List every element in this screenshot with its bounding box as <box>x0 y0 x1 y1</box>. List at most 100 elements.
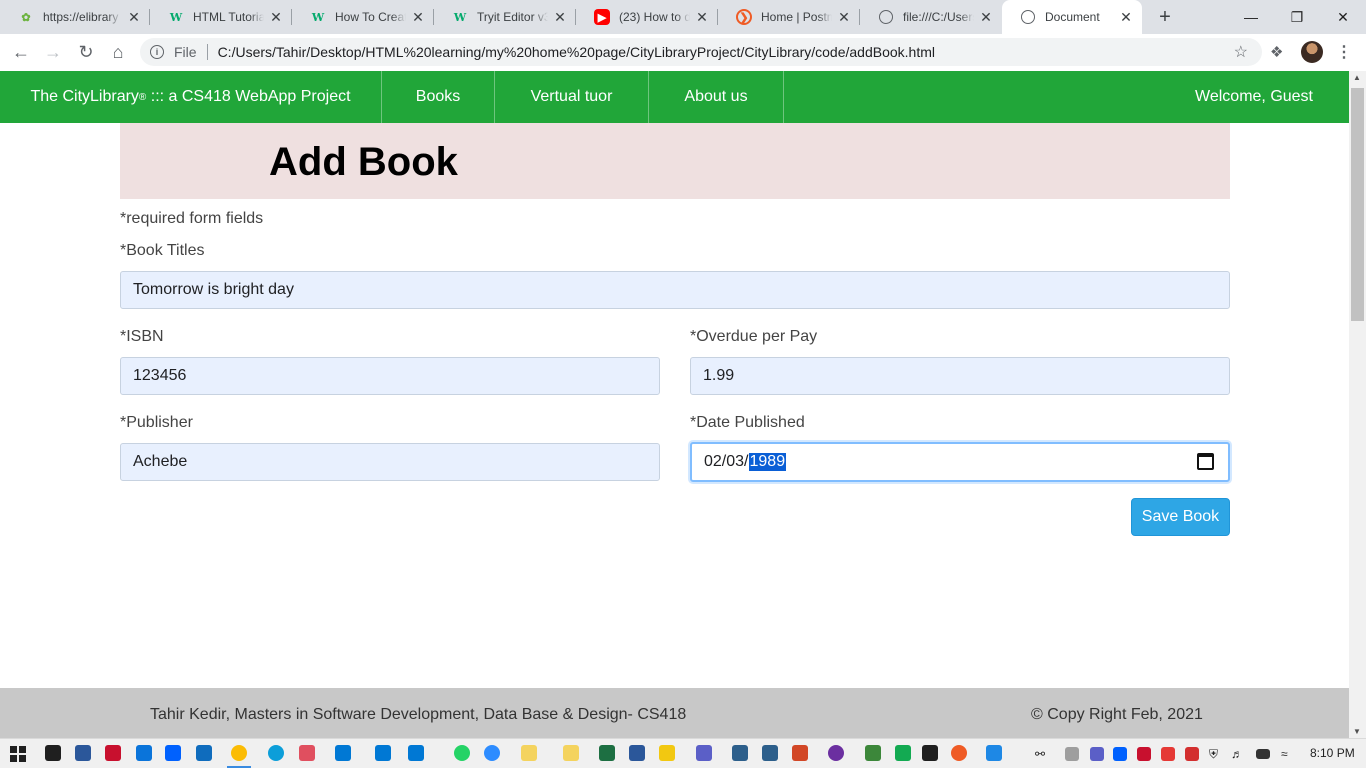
scroll-down-icon[interactable]: ▼ <box>1353 727 1361 736</box>
tab-elibrary[interactable]: ✿ https://elibrary ✕ <box>0 0 150 34</box>
date-published-label: *Date Published <box>690 414 805 431</box>
photos-icon[interactable] <box>986 745 1002 761</box>
browser-menu-icon[interactable]: ⋮ <box>1336 42 1352 62</box>
remote-desktop-icon[interactable] <box>762 745 778 761</box>
nav-item-books[interactable]: Books <box>382 71 495 123</box>
close-tab-icon[interactable]: ✕ <box>552 9 568 25</box>
tab-how-to-create[interactable]: W How To Create ✕ <box>292 0 434 34</box>
close-tab-icon[interactable]: ✕ <box>694 9 710 25</box>
wifi-icon[interactable]: ≈ <box>1281 747 1288 761</box>
nodejs-icon[interactable] <box>865 745 881 761</box>
command-prompt-icon[interactable] <box>922 745 938 761</box>
date-day-segment[interactable]: 03 <box>726 453 744 471</box>
minimize-icon[interactable]: — <box>1228 0 1274 34</box>
vscode-icon[interactable] <box>335 745 351 761</box>
tab-file[interactable]: file:///C:/Users ✕ <box>860 0 1002 34</box>
info-icon[interactable]: i <box>150 45 164 59</box>
nav-item-virtual-tour[interactable]: Vertual tuor <box>495 71 649 123</box>
address-bar[interactable]: i File C:/Users/Tahir/Desktop/HTML%20lea… <box>140 38 1262 66</box>
teams-icon[interactable] <box>696 745 712 761</box>
site-brand[interactable]: The CityLibrary ® ::: a CS418 WebApp Proj… <box>0 71 382 123</box>
site-footer: Tahir Kedir, Masters in Software Develop… <box>0 688 1349 738</box>
new-tab-icon[interactable]: + <box>1155 7 1175 27</box>
nav-item-about-us[interactable]: About us <box>649 71 784 123</box>
tab-document[interactable]: Document ✕ <box>1002 0 1142 34</box>
dropbox-tray-icon[interactable] <box>1113 747 1127 761</box>
publisher-input[interactable]: Achebe <box>120 443 660 481</box>
scroll-up-icon[interactable]: ▲ <box>1353 73 1361 82</box>
battery-icon[interactable] <box>1256 749 1270 759</box>
volume-icon[interactable]: ♬ <box>1231 747 1243 761</box>
date-month-segment[interactable]: 02 <box>704 453 722 471</box>
pycharm-icon[interactable] <box>45 745 61 761</box>
windows-start-icon[interactable] <box>10 746 26 762</box>
security-shield-icon[interactable]: ⛨ <box>1209 747 1218 762</box>
tab-title: Document <box>1045 10 1100 24</box>
close-tab-icon[interactable]: ✕ <box>410 9 426 25</box>
calendar-icon[interactable] <box>1197 453 1214 470</box>
sticky-notes-icon[interactable] <box>521 745 537 761</box>
whatsapp-icon[interactable] <box>454 745 470 761</box>
outlook-icon[interactable] <box>196 745 212 761</box>
obs-icon[interactable] <box>828 745 844 761</box>
vscode-icon[interactable] <box>375 745 391 761</box>
chrome-icon[interactable] <box>231 745 247 761</box>
paint-icon[interactable] <box>299 745 315 761</box>
back-icon[interactable]: ← <box>9 40 33 64</box>
spring-leaf-icon: ✿ <box>21 11 31 24</box>
reload-icon[interactable]: ↻ <box>74 40 98 64</box>
edge-icon[interactable] <box>268 745 284 761</box>
people-icon[interactable]: ⚯ <box>1035 747 1045 761</box>
restore-icon[interactable]: ❐ <box>1274 0 1320 34</box>
mongodb-icon[interactable] <box>895 745 911 761</box>
date-year-segment[interactable]: 1989 <box>748 453 787 471</box>
tray-app-icon[interactable] <box>1185 747 1199 761</box>
calendar-app-icon[interactable] <box>136 745 152 761</box>
book-title-input[interactable]: Tomorrow is bright day <box>120 271 1230 309</box>
close-tab-icon[interactable]: ✕ <box>1118 9 1134 25</box>
zoom-icon[interactable] <box>484 745 500 761</box>
profile-avatar[interactable] <box>1301 41 1323 63</box>
tab-postman[interactable]: ❯ Home | Postma ✕ <box>718 0 860 34</box>
tab-tryit-editor[interactable]: W Tryit Editor v3.6 ✕ <box>434 0 576 34</box>
word-icon[interactable] <box>629 745 645 761</box>
date-published-input[interactable]: 02/03/1989 <box>690 442 1230 482</box>
home-icon[interactable]: ⌂ <box>106 40 130 64</box>
file-explorer-icon[interactable] <box>563 745 579 761</box>
save-book-button[interactable]: Save Book <box>1131 498 1230 536</box>
tab-html-tutorial[interactable]: W HTML Tutorial ✕ <box>150 0 292 34</box>
tab-title: HTML Tutorial <box>193 10 264 24</box>
forward-icon[interactable]: → <box>41 40 65 64</box>
brand-suffix: ::: a CS418 WebApp Project <box>146 88 351 105</box>
bookmark-star-icon[interactable]: ☆ <box>1234 42 1248 62</box>
nav-item-label: Books <box>415 88 461 105</box>
required-note: *required form fields <box>120 210 264 227</box>
excel-icon[interactable] <box>599 745 615 761</box>
overdue-input[interactable]: 1.99 <box>690 357 1230 395</box>
isbn-input[interactable]: 123456 <box>120 357 660 395</box>
tab-youtube[interactable]: ▶ (23) How to dy ✕ <box>576 0 718 34</box>
close-tab-icon[interactable]: ✕ <box>978 9 994 25</box>
close-tab-icon[interactable]: ✕ <box>126 9 142 25</box>
vscode-icon[interactable] <box>408 745 424 761</box>
nav-item-label: Vertual tuor <box>530 88 613 105</box>
mcafee-tray-icon[interactable] <box>1137 747 1151 761</box>
close-tab-icon[interactable]: ✕ <box>836 9 852 25</box>
notepad-icon[interactable] <box>659 745 675 761</box>
tray-app-icon[interactable] <box>1161 747 1175 761</box>
remote-desktop-icon[interactable] <box>732 745 748 761</box>
scrollbar-thumb[interactable] <box>1351 88 1364 321</box>
tray-app-icon[interactable] <box>1065 747 1079 761</box>
dropbox-icon[interactable] <box>165 745 181 761</box>
close-window-icon[interactable]: ✕ <box>1320 0 1366 34</box>
postman-taskbar-icon[interactable] <box>951 745 967 761</box>
page-scrollbar[interactable]: ▲ ▼ <box>1349 71 1366 738</box>
close-tab-icon[interactable]: ✕ <box>268 9 284 25</box>
extensions-puzzle-icon[interactable]: ❖ <box>1270 43 1288 61</box>
powerpoint-icon[interactable] <box>792 745 808 761</box>
address-url[interactable]: C:/Users/Tahir/Desktop/HTML%20learning/m… <box>218 44 935 60</box>
taskbar-clock[interactable]: 8:10 PM <box>1310 746 1355 760</box>
snipping-tool-icon[interactable] <box>75 745 91 761</box>
mcafee-icon[interactable] <box>105 745 121 761</box>
teams-tray-icon[interactable] <box>1090 747 1104 761</box>
